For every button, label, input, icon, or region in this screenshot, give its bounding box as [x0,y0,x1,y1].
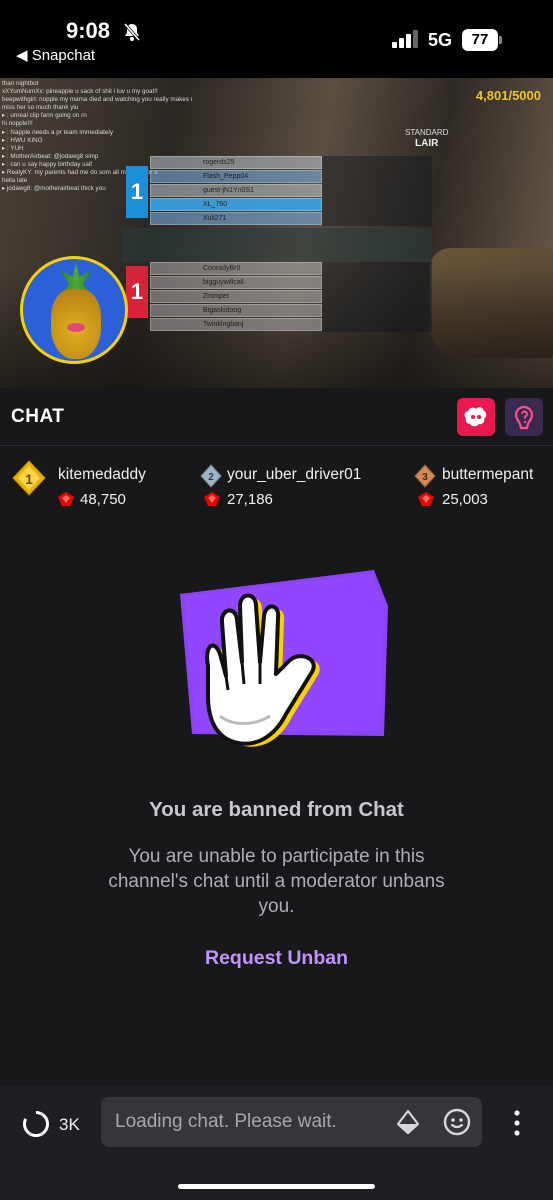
streamer-webcam-overlay [20,256,128,364]
leader-name: your_uber_driver01 [227,466,362,483]
ban-title: You are banned from Chat [149,798,404,821]
scoreboard-row: Xuli271 [150,212,322,225]
request-unban-button[interactable]: Request Unban [0,947,553,970]
svg-text:3: 3 [422,472,428,483]
leaderboard-entry-2[interactable]: 2 your_uber_driver01 27,186 [200,454,400,510]
leader-name: kitemedaddy [58,466,146,483]
game-mode-label: STANDARD [405,128,449,137]
scoreboard-row: XL_760 [150,198,322,211]
scoreboard-row: rogerds25 [150,156,322,169]
chat-header: CHAT [0,388,553,446]
signal-icon [392,30,418,48]
svg-text:2: 2 [208,472,214,483]
scoreboard-row: Bigaskidoog [150,304,322,317]
leader-points: 25,003 [442,491,488,508]
bell-off-icon [123,23,141,41]
battery-icon: 77 [462,29,502,51]
channel-points-icon [418,492,434,506]
svg-text:1: 1 [25,471,33,487]
scoreboard-row: Flash_Pepp04 [150,170,322,183]
network-type: 5G [428,30,453,50]
clock: 9:08 [66,18,111,43]
channel-points-icon [58,492,74,506]
team-red-score: 1 [126,266,148,318]
more-vertical-icon[interactable] [508,1108,526,1138]
leader-points: 27,186 [227,491,273,508]
bits-diamond-icon[interactable] [395,1109,421,1135]
stream-goal-counter: 4,801/5000 [475,88,541,103]
hype-icon [464,407,487,427]
status-bar: 9:08 ◀ Snapchat 5G 77 [0,0,553,78]
prediction-button[interactable] [505,398,543,436]
gold-rank-badge-icon: 1 [12,460,46,496]
ban-description: You are unable to participate in this ch… [108,846,445,917]
hype-button[interactable] [457,398,495,436]
leader-name: buttermepant [442,466,534,483]
chat-leaderboard: 1 kitemedaddy 48,750 2 your_uber_driver0… [0,446,553,518]
battery-level: 77 [462,29,498,51]
bronze-rank-badge-icon: 3 [414,464,436,488]
leaderboard-entry-1[interactable]: 1 kitemedaddy 48,750 [12,454,202,510]
back-to-snapchat-link[interactable]: ◀ Snapchat [16,46,95,64]
channel-points-icon [204,492,220,506]
scoreboard-row: Zmmper [150,290,322,303]
scoreboard-row: bigguywillcall [150,276,322,289]
home-indicator[interactable] [178,1184,375,1189]
viewers-ring-icon [23,1110,49,1137]
raised-hand-icon [180,570,388,747]
team-blue-score: 1 [126,166,148,218]
chat-input-bar: 3K Loading chat. Please wait. [0,1086,553,1200]
scoreboard-row: Twinklngbanj [150,318,322,331]
viewer-count: 3K [59,1115,80,1134]
leaderboard-entry-3[interactable]: 3 buttermepant 25,003 [414,454,553,510]
chat-title: CHAT [11,406,65,427]
game-scoreboard: 1 rogerds25 Flash_Pepp04 guest-jN1Yn0S1 … [122,156,432,338]
chat-input-placeholder: Loading chat. Please wait. [115,1111,337,1132]
stream-video-player[interactable]: than nightbot xXYumNumXx: pineapple u sa… [0,78,553,388]
scoreboard-row: guest-jN1Yn0S1 [150,184,322,197]
scoreboard-row: ConradyBr0 [150,262,322,275]
silver-rank-badge-icon: 2 [200,464,222,488]
game-map-label: LAIR [415,138,439,149]
chat-message-input[interactable]: Loading chat. Please wait. [101,1097,482,1147]
prediction-icon [514,405,534,430]
leader-points: 48,750 [80,491,126,508]
emoji-icon[interactable] [443,1108,471,1136]
